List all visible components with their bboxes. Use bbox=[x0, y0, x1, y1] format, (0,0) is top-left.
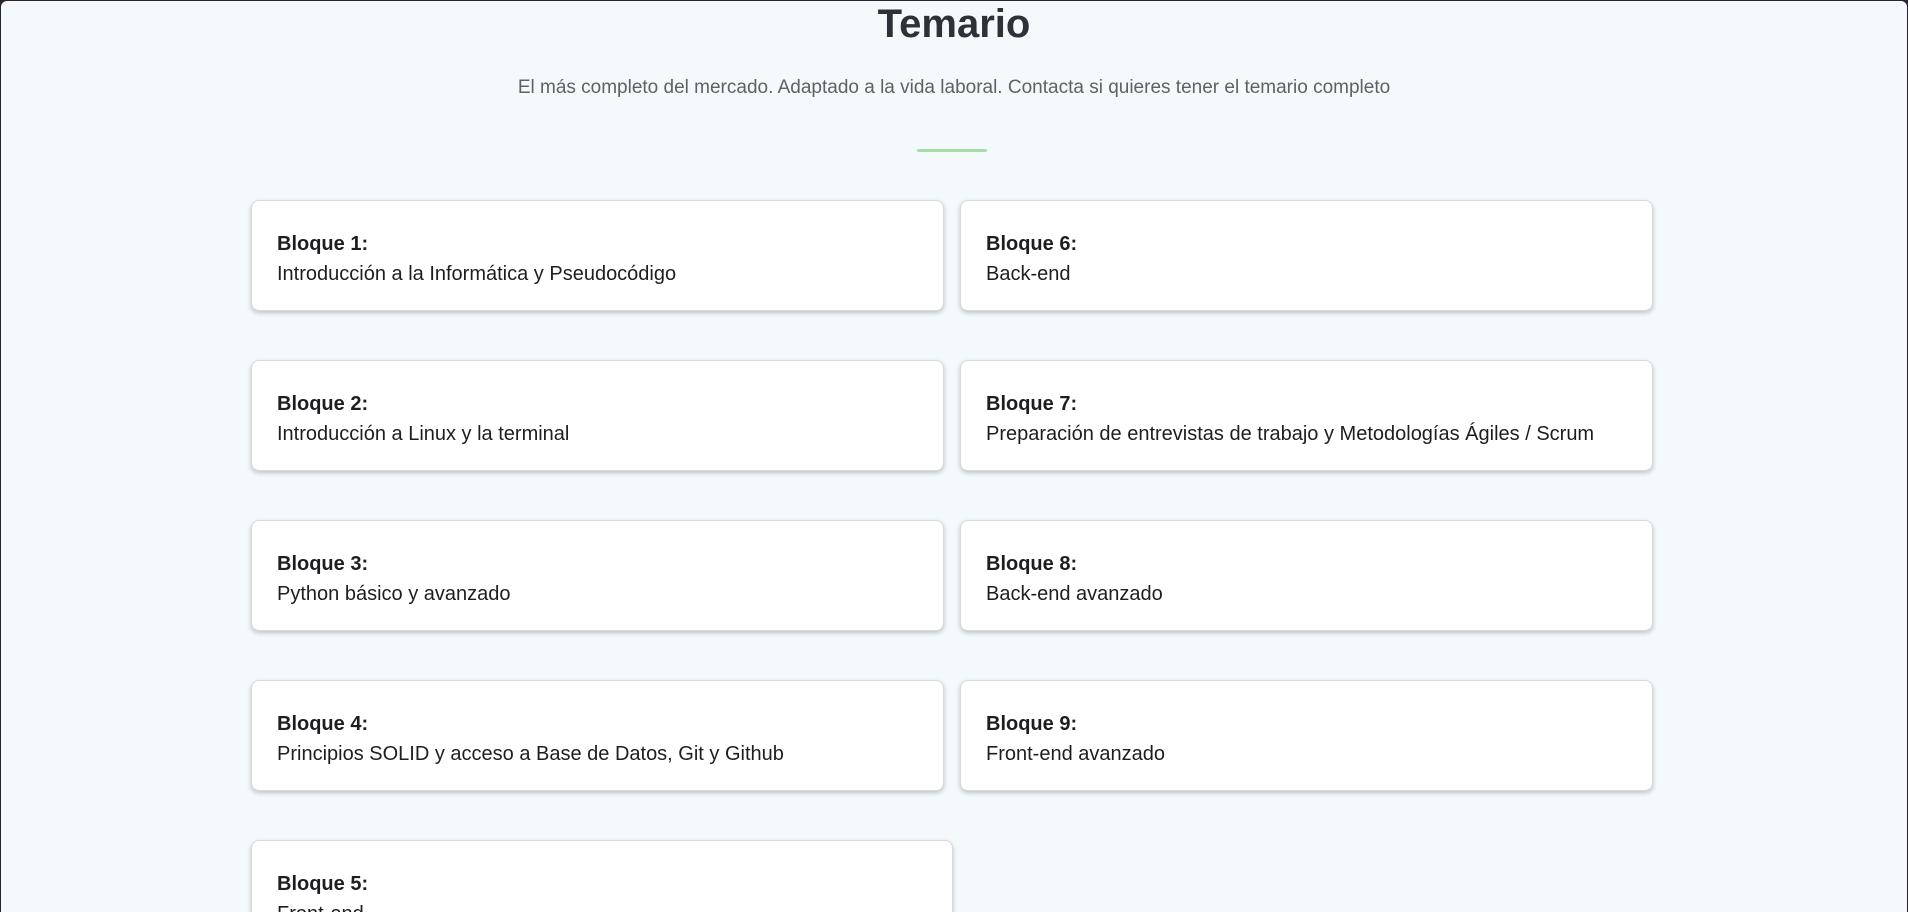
block-description: Python básico y avanzado bbox=[277, 583, 511, 605]
title-divider bbox=[917, 149, 987, 152]
block-card-6: Bloque 6: Back-end bbox=[960, 200, 1653, 311]
block-label: Bloque 7: bbox=[986, 393, 1078, 415]
block-card-4: Bloque 4: Principios SOLID y acceso a Ba… bbox=[251, 680, 944, 791]
block-description: Principios SOLID y acceso a Base de Dato… bbox=[277, 743, 784, 765]
page-title: Temario bbox=[877, 2, 1031, 46]
block-description: Introducción a la Informática y Pseudocó… bbox=[277, 263, 677, 285]
block-card-7: Bloque 7: Preparación de entrevistas de … bbox=[960, 360, 1653, 471]
block-card-8: Bloque 8: Back-end avanzado bbox=[960, 520, 1653, 631]
block-label: Bloque 5: bbox=[277, 873, 369, 895]
page-subtitle: El más completo del mercado. Adaptado a … bbox=[517, 77, 1391, 98]
block-description: Back-end avanzado bbox=[986, 583, 1163, 605]
block-label: Bloque 2: bbox=[277, 393, 369, 415]
block-description: Back-end bbox=[986, 263, 1071, 285]
block-label: Bloque 8: bbox=[986, 553, 1078, 575]
block-card-2: Bloque 2: Introducción a Linux y la term… bbox=[251, 360, 944, 471]
block-description: Introducción a Linux y la terminal bbox=[277, 423, 570, 445]
block-label: Bloque 3: bbox=[277, 553, 369, 575]
block-label: Bloque 1: bbox=[277, 233, 369, 255]
block-description: Front-end bbox=[277, 899, 927, 912]
page: Temario El más completo del mercado. Ada… bbox=[1, 1, 1907, 912]
block-label: Bloque 9: bbox=[986, 713, 1078, 735]
block-description: Preparación de entrevistas de trabajo y … bbox=[986, 423, 1595, 445]
block-card-9: Bloque 9: Front-end avanzado bbox=[960, 680, 1653, 791]
block-label: Bloque 6: bbox=[986, 233, 1078, 255]
block-card-3: Bloque 3: Python básico y avanzado bbox=[251, 520, 944, 631]
block-label: Bloque 4: bbox=[277, 713, 369, 735]
block-card-5: Bloque 5: Front-end bbox=[251, 840, 953, 912]
block-card-1: Bloque 1: Introducción a la Informática … bbox=[251, 200, 944, 311]
block-description: Front-end avanzado bbox=[986, 743, 1166, 765]
